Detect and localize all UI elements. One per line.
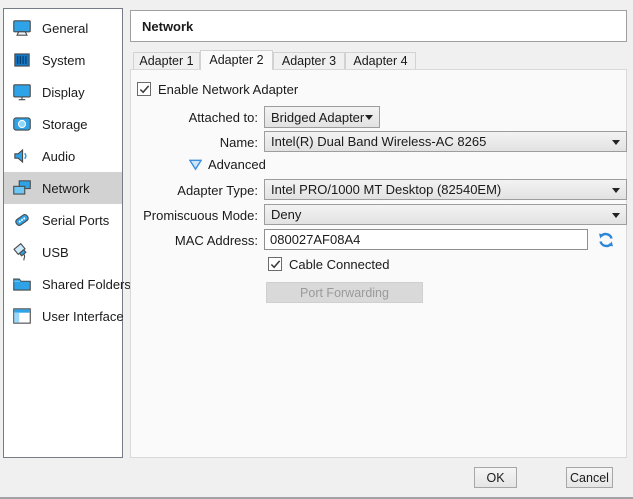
sidebar-item-display[interactable]: Display: [4, 76, 122, 108]
sidebar-item-audio[interactable]: Audio: [4, 140, 122, 172]
tab-label: Adapter 1: [139, 54, 194, 68]
sidebar-item-label: Network: [42, 180, 90, 196]
name-combo[interactable]: Intel(R) Dual Band Wireless-AC 8265: [264, 131, 627, 152]
tab-adapter-4[interactable]: Adapter 4: [345, 52, 416, 69]
ok-button[interactable]: OK: [474, 467, 517, 488]
port-forwarding-label: Port Forwarding: [300, 285, 389, 300]
regenerate-mac-button[interactable]: [596, 230, 616, 250]
promiscuous-mode-combo[interactable]: Deny: [264, 204, 627, 225]
ok-label: OK: [486, 470, 505, 485]
expander-triangle-icon: [189, 159, 202, 170]
mac-address-label: MAC Address:: [174, 233, 258, 248]
sidebar-item-label: Display: [42, 84, 85, 100]
adapter-type-combo[interactable]: Intel PRO/1000 MT Desktop (82540EM): [264, 179, 627, 200]
promiscuous-mode-label: Promiscuous Mode:: [143, 208, 258, 223]
tab-label: Adapter 4: [353, 54, 408, 68]
cable-connected-checkbox[interactable]: [268, 257, 282, 271]
sidebar-item-label: USB: [42, 244, 69, 260]
enable-network-adapter-checkbox[interactable]: [137, 82, 151, 96]
display-icon: [11, 81, 33, 103]
sidebar-item-label: Serial Ports: [42, 212, 110, 228]
tab-adapter-1[interactable]: Adapter 1: [133, 52, 200, 69]
adapter-type-value: Intel PRO/1000 MT Desktop (82540EM): [271, 182, 502, 197]
sidebar-item-system[interactable]: System: [4, 44, 122, 76]
adapter-type-label: Adapter Type:: [177, 183, 258, 198]
sidebar-item-label: Shared Folders: [42, 276, 131, 292]
cable-connected-label: Cable Connected: [289, 257, 390, 272]
sidebar-item-usb[interactable]: USB: [4, 236, 122, 268]
promiscuous-mode-value: Deny: [271, 207, 302, 222]
sidebar-item-label: User Interface: [42, 308, 124, 324]
chevron-down-icon: [612, 139, 620, 145]
sidebar-item-label: Storage: [42, 116, 88, 132]
enable-network-adapter-label: Enable Network Adapter: [158, 82, 299, 97]
settings-category-list: General System Display Storage Audio Net…: [3, 8, 131, 458]
name-label: Name:: [219, 135, 258, 150]
sidebar-item-general[interactable]: General: [4, 12, 122, 44]
serial-ports-icon: [11, 209, 33, 231]
page-title: Network: [142, 18, 194, 34]
page-title-box: Network: [130, 10, 627, 42]
name-value: Intel(R) Dual Band Wireless-AC 8265: [271, 134, 487, 149]
attached-to-label: Attached to:: [188, 110, 258, 125]
tab-label: Adapter 3: [281, 54, 337, 68]
advanced-label: Advanced: [208, 157, 266, 172]
tab-adapter-2[interactable]: Adapter 2: [200, 50, 273, 70]
cancel-button[interactable]: Cancel: [566, 467, 613, 488]
sidebar-item-label: General: [42, 20, 89, 36]
sidebar-item-network[interactable]: Network: [4, 172, 122, 204]
usb-icon: [11, 241, 33, 263]
user-interface-icon: [11, 305, 33, 327]
tab-label: Adapter 2: [209, 53, 264, 67]
system-icon: [11, 49, 33, 71]
general-icon: [11, 17, 33, 39]
sidebar-item-shared-folders[interactable]: Shared Folders: [4, 268, 131, 300]
sidebar-item-label: System: [42, 52, 86, 68]
refresh-icon: [599, 232, 613, 248]
network-icon: [11, 177, 33, 199]
checkmark-icon: [270, 259, 280, 268]
vm-settings-dialog: General System Display Storage Audio Net…: [0, 0, 633, 499]
chevron-down-icon: [612, 187, 620, 193]
tab-adapter-3[interactable]: Adapter 3: [273, 52, 345, 69]
cancel-label: Cancel: [570, 470, 609, 485]
shared-folders-icon: [11, 273, 33, 295]
mac-address-value: 080027AF08A4: [270, 232, 361, 247]
sidebar-item-storage[interactable]: Storage: [4, 108, 122, 140]
sidebar-item-label: Audio: [42, 148, 76, 164]
checkmark-icon: [139, 84, 149, 93]
sidebar-item-user-interface[interactable]: User Interface: [4, 300, 124, 332]
sidebar-item-serial-ports[interactable]: Serial Ports: [4, 204, 122, 236]
chevron-down-icon: [612, 212, 620, 218]
storage-icon: [11, 113, 33, 135]
advanced-expander[interactable]: Advanced: [189, 157, 266, 172]
attached-to-combo[interactable]: Bridged Adapter: [264, 106, 380, 128]
port-forwarding-button[interactable]: Port Forwarding: [266, 282, 423, 303]
audio-icon: [11, 145, 33, 167]
attached-to-value: Bridged Adapter: [271, 109, 365, 125]
mac-address-input[interactable]: 080027AF08A4: [264, 229, 588, 250]
chevron-down-icon: [365, 115, 373, 120]
